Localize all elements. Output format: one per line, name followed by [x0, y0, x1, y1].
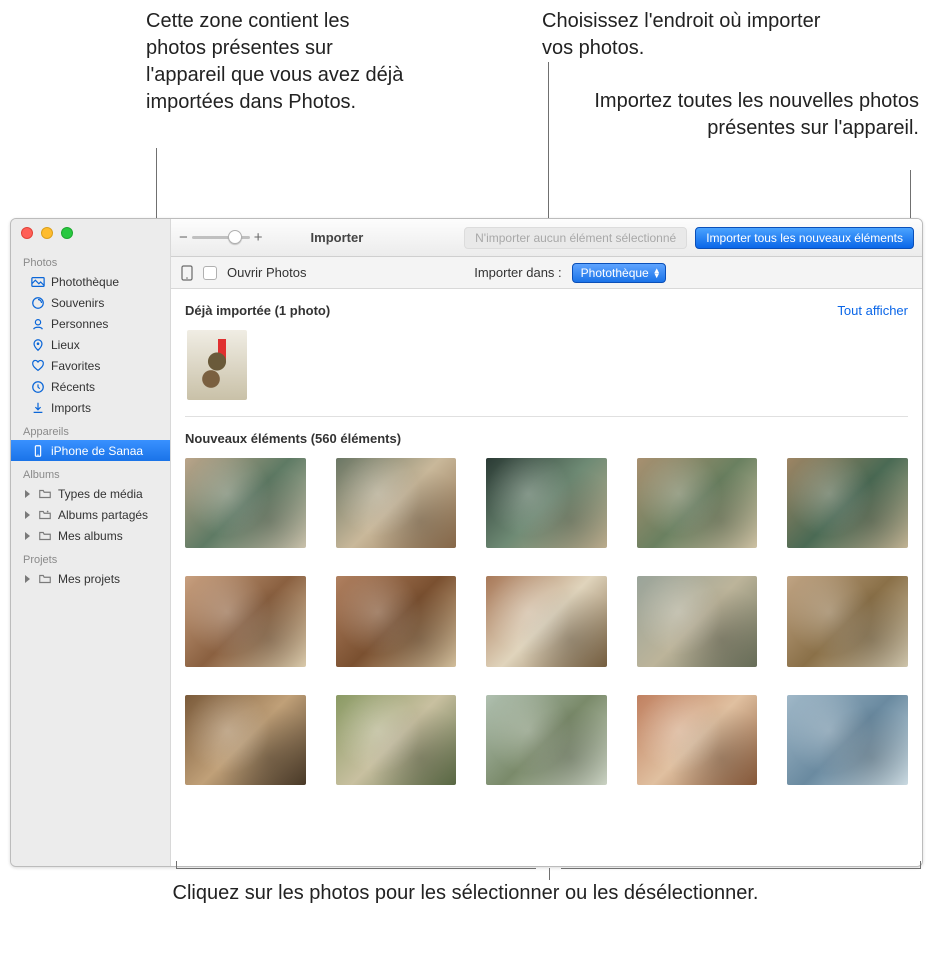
import-to-popup[interactable]: Photothèque ▲▼ — [572, 263, 666, 283]
chevron-right-icon — [25, 490, 30, 498]
sidebar-item-places[interactable]: Lieux — [11, 334, 170, 355]
folder-icon — [38, 487, 52, 501]
people-icon — [31, 317, 45, 331]
sidebar-section-photos: Photos — [11, 249, 170, 271]
photo-thumbnail[interactable] — [486, 695, 607, 785]
sidebar-item-label: Photothèque — [51, 275, 119, 289]
photo-thumbnail[interactable] — [787, 576, 908, 666]
sidebar-item-shared-albums[interactable]: Albums partagés — [11, 504, 170, 525]
import-all-new-button[interactable]: Importer tous les nouveaux éléments — [695, 227, 914, 249]
app-window: Photos Photothèque Souvenirs Personnes L… — [10, 218, 923, 867]
device-icon — [181, 265, 193, 281]
clock-icon — [31, 380, 45, 394]
new-items-header: Nouveaux éléments (560 éléments) — [185, 431, 401, 446]
sidebar-item-recents[interactable]: Récents — [11, 376, 170, 397]
import-icon — [31, 401, 45, 415]
sidebar-item-library[interactable]: Photothèque — [11, 271, 170, 292]
sidebar-item-label: Types de média — [58, 487, 143, 501]
sidebar-item-device-iphone[interactable]: iPhone de Sanaa — [11, 440, 170, 461]
popup-arrows-icon: ▲▼ — [653, 268, 661, 278]
shared-folder-icon — [38, 508, 52, 522]
chevron-right-icon — [25, 575, 30, 583]
zoom-in-icon: + — [254, 229, 263, 246]
photo-thumbnail[interactable] — [637, 576, 758, 666]
photo-thumbnail[interactable] — [185, 576, 306, 666]
main-area: − + Importer N'importer aucun élément sé… — [171, 219, 922, 866]
show-all-link[interactable]: Tout afficher — [837, 303, 908, 318]
sidebar-item-media-types[interactable]: Types de média — [11, 483, 170, 504]
places-icon — [31, 338, 45, 352]
window-controls — [21, 227, 73, 239]
photo-thumbnail[interactable] — [637, 458, 758, 548]
sidebar-item-label: Albums partagés — [58, 508, 148, 522]
import-to-label: Importer dans : — [474, 265, 561, 280]
callout-import-all: Importez toutes les nouvelles photos pré… — [539, 88, 919, 142]
callout-click-select: Cliquez sur les photos pour les sélectio… — [0, 880, 931, 907]
sidebar-item-my-albums[interactable]: Mes albums — [11, 525, 170, 546]
folder-icon — [38, 529, 52, 543]
already-imported-header: Déjà importée (1 photo) — [185, 303, 330, 318]
sidebar-item-label: iPhone de Sanaa — [51, 444, 143, 458]
zoom-track[interactable] — [192, 236, 250, 239]
open-photos-checkbox[interactable] — [203, 266, 217, 280]
chevron-right-icon — [25, 511, 30, 519]
photo-thumbnail[interactable] — [486, 458, 607, 548]
import-options-bar: Ouvrir Photos Importer dans : Photothèqu… — [171, 257, 922, 289]
photo-thumbnail[interactable] — [336, 576, 457, 666]
callout-import-location: Choisissez l'endroit où importer vos pho… — [542, 8, 842, 62]
sidebar-item-my-projects[interactable]: Mes projets — [11, 568, 170, 589]
bottom-bracket — [176, 868, 921, 880]
sidebar-item-label: Lieux — [51, 338, 80, 352]
import-selected-button: N'importer aucun élément sélectionné — [464, 227, 687, 249]
phone-icon — [31, 444, 45, 458]
toolbar-title: Importer — [311, 230, 364, 245]
content-scroll-area[interactable]: Déjà importée (1 photo) Tout afficher No… — [171, 289, 922, 866]
sidebar-item-memories[interactable]: Souvenirs — [11, 292, 170, 313]
photo-thumbnail[interactable] — [336, 695, 457, 785]
folder-icon — [38, 572, 52, 586]
already-imported-grid — [185, 326, 908, 408]
zoom-out-icon: − — [179, 229, 188, 246]
sidebar-item-label: Mes projets — [58, 572, 120, 586]
minimize-window-button[interactable] — [41, 227, 53, 239]
thumbnail-zoom-slider[interactable]: − + — [179, 229, 263, 246]
photo-thumbnail[interactable] — [185, 458, 306, 548]
new-items-grid — [185, 454, 908, 785]
open-photos-label: Ouvrir Photos — [227, 265, 306, 280]
chevron-right-icon — [25, 532, 30, 540]
photo-thumbnail[interactable] — [787, 458, 908, 548]
zoom-knob[interactable] — [228, 230, 242, 244]
close-window-button[interactable] — [21, 227, 33, 239]
heart-icon — [31, 359, 45, 373]
photo-thumbnail[interactable] — [637, 695, 758, 785]
sidebar-item-people[interactable]: Personnes — [11, 313, 170, 334]
new-items-header-row: Nouveaux éléments (560 éléments) — [185, 427, 908, 454]
photo-thumbnail[interactable] — [336, 458, 457, 548]
photo-thumbnail[interactable] — [185, 695, 306, 785]
sidebar: Photos Photothèque Souvenirs Personnes L… — [11, 219, 171, 866]
sidebar-item-label: Imports — [51, 401, 91, 415]
sidebar-item-favorites[interactable]: Favorites — [11, 355, 170, 376]
sidebar-item-label: Mes albums — [58, 529, 123, 543]
toolbar: − + Importer N'importer aucun élément sé… — [171, 219, 922, 257]
sidebar-section-devices: Appareils — [11, 418, 170, 440]
sidebar-item-label: Récents — [51, 380, 95, 394]
sidebar-item-imports[interactable]: Imports — [11, 397, 170, 418]
sidebar-item-label: Souvenirs — [51, 296, 104, 310]
import-to-value: Photothèque — [581, 266, 649, 280]
sidebar-section-albums: Albums — [11, 461, 170, 483]
already-imported-header-row: Déjà importée (1 photo) Tout afficher — [185, 299, 908, 326]
memories-icon — [31, 296, 45, 310]
sidebar-item-label: Personnes — [51, 317, 108, 331]
section-divider — [185, 416, 908, 417]
library-icon — [31, 275, 45, 289]
photo-thumbnail[interactable] — [486, 576, 607, 666]
photo-thumbnail[interactable] — [787, 695, 908, 785]
sidebar-item-label: Favorites — [51, 359, 100, 373]
zoom-window-button[interactable] — [61, 227, 73, 239]
photo-thumbnail[interactable] — [187, 330, 247, 400]
callout-already-imported: Cette zone contient les photos présentes… — [146, 8, 406, 116]
sidebar-section-projects: Projets — [11, 546, 170, 568]
